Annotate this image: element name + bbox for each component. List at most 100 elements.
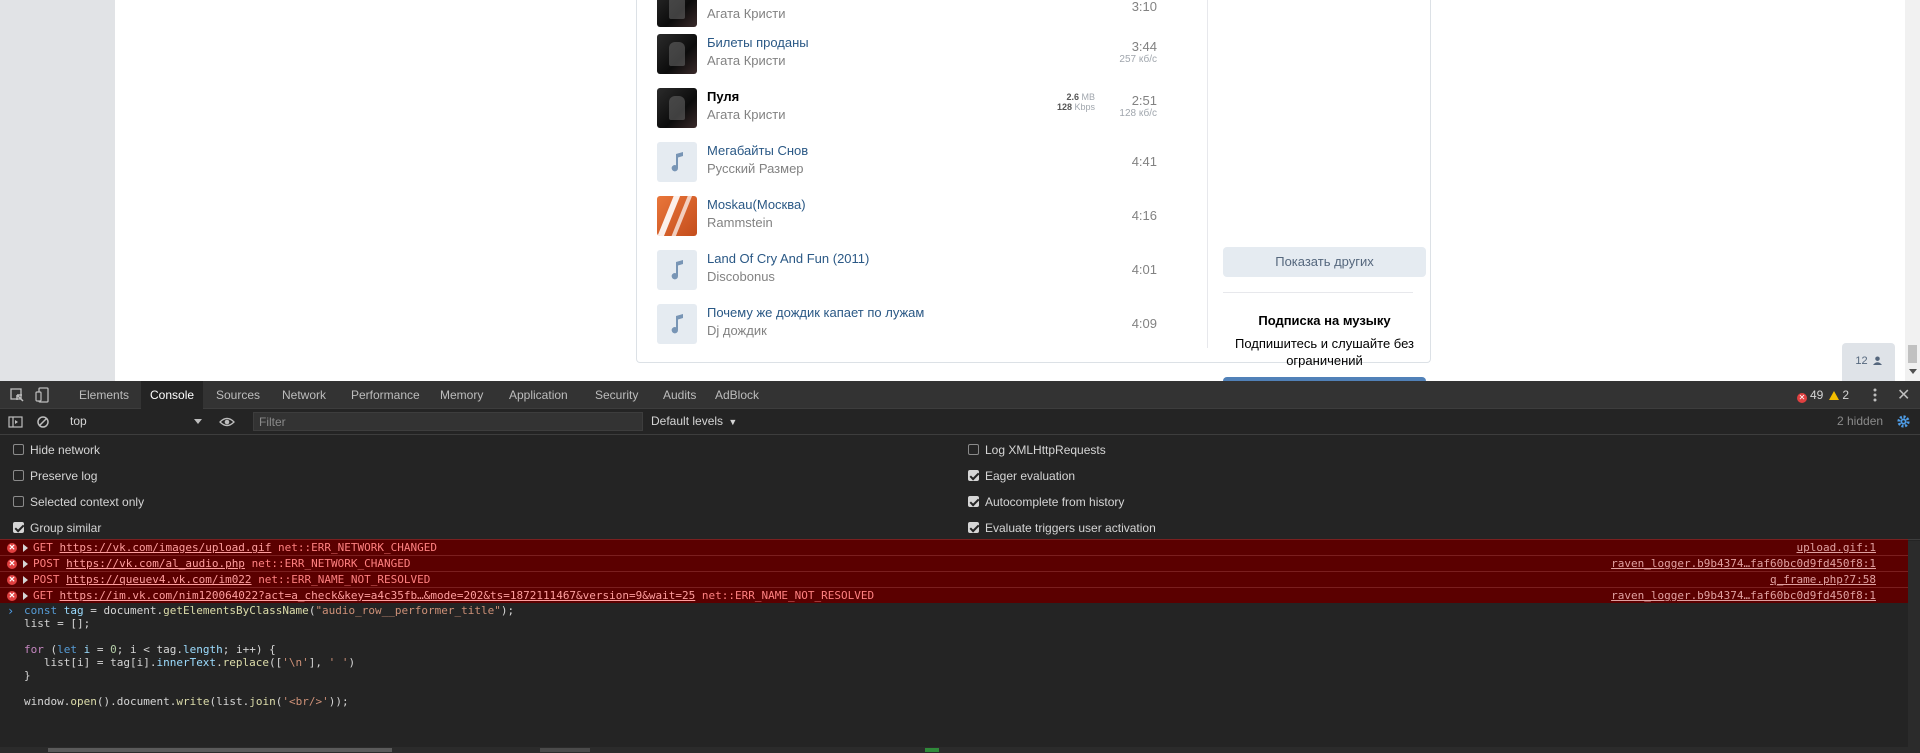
checkbox[interactable] — [968, 470, 979, 481]
request-url-link[interactable]: https://im.vk.com/nim120064022?act=a_che… — [60, 589, 696, 602]
audio-row[interactable]: Пуля Агата Кристи 2:51 128 кб/с 2.6 MB 128 Kb… — [657, 81, 1157, 135]
music-note-icon — [671, 314, 683, 334]
more-options-icon[interactable] — [1873, 387, 1877, 403]
context-selector[interactable]: top — [70, 412, 202, 431]
track-title[interactable]: Land Of Cry And Fun (2011) — [707, 251, 869, 266]
tab-application[interactable]: Application — [500, 381, 577, 409]
warning-count: 2 — [1842, 388, 1850, 402]
audio-cover-placeholder[interactable] — [657, 142, 697, 182]
error-code: net::ERR_NAME_NOT_RESOLVED — [701, 589, 875, 602]
track-title[interactable]: Пуля — [707, 89, 739, 104]
gear-icon[interactable] — [1896, 414, 1911, 429]
clear-console-icon[interactable] — [36, 414, 52, 430]
error-code: net::ERR_NETWORK_CHANGED — [278, 541, 437, 554]
checkbox[interactable] — [968, 496, 979, 507]
eye-icon[interactable] — [219, 414, 235, 430]
scrollbar-thumb[interactable] — [48, 748, 392, 752]
console-input[interactable]: const tag = document.getElementsByClassN… — [24, 604, 514, 708]
console-error-row[interactable]: ✕ GET https://im.vk.com/nim120064022?act=… — [0, 587, 1908, 603]
show-more-button[interactable]: Показать других — [1223, 247, 1426, 277]
page-scrollbar[interactable] — [1905, 0, 1920, 381]
checkbox[interactable] — [968, 522, 979, 533]
track-artist[interactable]: Discobonus — [707, 269, 775, 284]
error-text: POST https://queuev4.vk.com/im022 net::E… — [33, 572, 430, 587]
scrollbar-thumb[interactable] — [925, 748, 939, 752]
http-method: GET — [33, 589, 53, 602]
tab-memory[interactable]: Memory — [431, 381, 492, 409]
audio-row[interactable]: Билеты проданы Агата Кристи 3:44 257 кб/с — [657, 27, 1157, 81]
audio-row[interactable]: Мегабайты Снов Русский Размер 4:41 — [657, 135, 1157, 189]
expand-triangle-icon[interactable] — [23, 560, 28, 568]
request-url-link[interactable]: https://queuev4.vk.com/im022 — [66, 573, 251, 586]
console-error-row[interactable]: ✕ GET https://vk.com/images/upload.gif ne… — [0, 539, 1908, 555]
tab-console[interactable]: Console — [141, 381, 204, 409]
track-title[interactable]: Почему же дождик капает по лужам — [707, 305, 924, 320]
scrollbar-thumb[interactable] — [540, 748, 590, 752]
friends-online-badge[interactable]: 12 — [1842, 343, 1895, 381]
sidebar-toggle-icon[interactable] — [8, 414, 24, 430]
filter-input[interactable] — [253, 412, 643, 431]
context-selector-value: top — [70, 414, 87, 428]
close-icon[interactable]: ✕ — [1897, 385, 1910, 405]
checkbox[interactable] — [13, 470, 24, 481]
audio-row[interactable]: Moskau(Москва) Rammstein 4:16 — [657, 189, 1157, 243]
audio-row[interactable]: Land Of Cry And Fun (2011) Discobonus 4:01 — [657, 243, 1157, 297]
expand-triangle-icon[interactable] — [23, 592, 28, 600]
setting-label: Selected context only — [30, 495, 145, 509]
tab-adblock[interactable]: AdBlock — [706, 381, 768, 409]
setting-label: Autocomplete from history — [985, 495, 1125, 509]
source-link[interactable]: raven_logger.b9b4374…faf60bc0d9fd450f8:1 — [1611, 556, 1876, 571]
track-artist[interactable]: Rammstein — [707, 215, 773, 230]
expand-triangle-icon[interactable] — [23, 576, 28, 584]
source-link[interactable]: raven_logger.b9b4374…faf60bc0d9fd450f8:1 — [1611, 588, 1876, 603]
audio-cover-placeholder[interactable] — [657, 304, 697, 344]
tab-sources[interactable]: Sources — [207, 381, 269, 409]
expand-triangle-icon[interactable] — [23, 544, 28, 552]
tab-security[interactable]: Security — [586, 381, 647, 409]
track-artist[interactable]: Агата Кристи — [707, 107, 786, 122]
source-link[interactable]: upload.gif:1 — [1797, 540, 1876, 555]
error-text: GET https://im.vk.com/nim120064022?act=a… — [33, 588, 874, 603]
tab-elements[interactable]: Elements — [70, 381, 138, 409]
console-error-row[interactable]: ✕ POST https://vk.com/al_audio.php net::E… — [0, 555, 1908, 571]
track-artist[interactable]: Русский Размер — [707, 161, 804, 176]
tab-performance[interactable]: Performance — [342, 381, 429, 409]
album-cover[interactable] — [657, 88, 697, 128]
album-cover[interactable] — [657, 196, 697, 236]
device-toolbar-icon[interactable] — [35, 387, 51, 403]
console-horizontal-scrollbar[interactable] — [0, 747, 1908, 753]
tab-audits[interactable]: Audits — [654, 381, 705, 409]
scroll-down-arrow-icon[interactable] — [1909, 369, 1917, 374]
console-scrollbar[interactable] — [1908, 541, 1920, 753]
album-cover[interactable] — [657, 0, 697, 27]
issue-counter[interactable]: ✕ 49 2 — [1797, 388, 1849, 403]
track-duration: 3:10 — [1131, 0, 1157, 14]
setting-label: Evaluate triggers user activation — [985, 521, 1156, 535]
checkbox[interactable] — [13, 522, 24, 533]
sidebar-divider — [1207, 0, 1208, 348]
album-cover[interactable] — [657, 34, 697, 74]
console-error-row[interactable]: ✕ POST https://queuev4.vk.com/im022 net::… — [0, 571, 1908, 587]
checkbox[interactable] — [13, 444, 24, 455]
file-size-unit: MB — [1081, 92, 1096, 102]
audio-cover-placeholder[interactable] — [657, 250, 697, 290]
track-artist[interactable]: Агата Кристи — [707, 6, 786, 21]
page-scrollbar-thumb[interactable] — [1908, 345, 1917, 363]
tab-network[interactable]: Network — [273, 381, 335, 409]
track-title[interactable]: Мегабайты Снов — [707, 143, 808, 158]
request-url-link[interactable]: https://vk.com/images/upload.gif — [60, 541, 272, 554]
track-title[interactable]: Билеты проданы — [707, 35, 809, 50]
log-levels-dropdown[interactable]: Default levels ▼ — [651, 414, 737, 428]
audio-row[interactable]: Почему же дождик капает по лужам Dj дожди… — [657, 297, 1157, 351]
request-url-link[interactable]: https://vk.com/al_audio.php — [66, 557, 245, 570]
checkbox[interactable] — [13, 496, 24, 507]
track-artist[interactable]: Агата Кристи — [707, 53, 786, 68]
inspect-element-icon[interactable] — [9, 387, 25, 403]
chevron-down-icon — [194, 419, 202, 424]
checkbox[interactable] — [968, 444, 979, 455]
track-file-info: 2.6 MB 128 Kbps — [1057, 92, 1095, 112]
track-duration: 4:01 — [1131, 262, 1157, 277]
source-link[interactable]: q_frame.php?7:58 — [1770, 572, 1876, 587]
track-artist[interactable]: Dj дождик — [707, 323, 767, 338]
track-title[interactable]: Moskau(Москва) — [707, 197, 806, 212]
